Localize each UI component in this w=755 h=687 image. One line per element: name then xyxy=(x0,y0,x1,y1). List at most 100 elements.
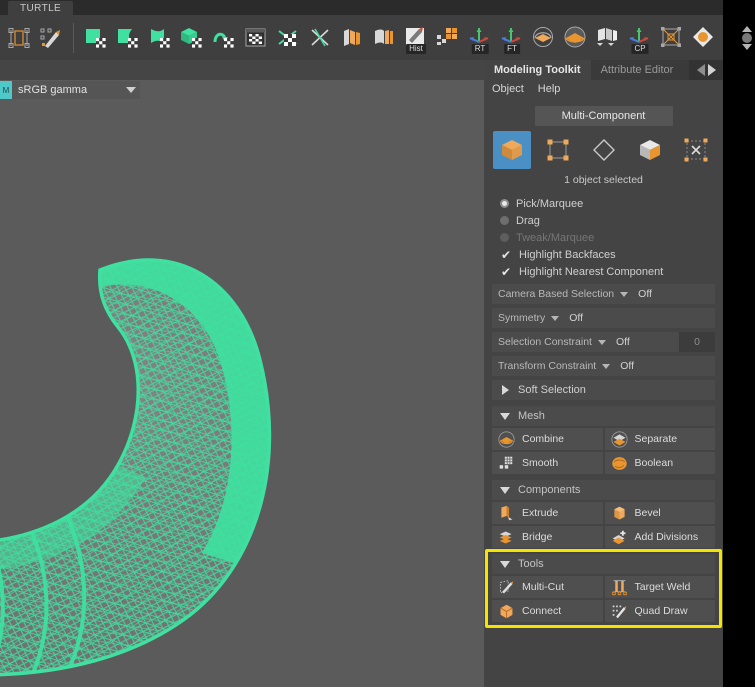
radio-icon[interactable] xyxy=(500,216,509,225)
tweak-tool-icon[interactable] xyxy=(36,23,66,53)
select-option-row[interactable]: Tweak/Marquee xyxy=(500,229,715,246)
uv-layout-icon[interactable] xyxy=(369,23,399,53)
color-management-badge: M xyxy=(0,81,12,99)
select-option-label: Pick/Marquee xyxy=(516,197,584,210)
radio-icon[interactable] xyxy=(500,199,509,208)
uv-editor-icon[interactable] xyxy=(241,23,271,53)
face-mode-icon[interactable] xyxy=(631,131,669,169)
select-option-row[interactable]: ✔ Highlight Nearest Component xyxy=(500,263,715,280)
target-weld-icon xyxy=(611,579,627,595)
scroll-down-icon[interactable] xyxy=(741,44,752,50)
tab-navigation[interactable] xyxy=(689,60,723,80)
chevron-down-icon[interactable] xyxy=(551,315,560,321)
viewport-3d[interactable]: M sRGB gamma xyxy=(0,60,484,687)
radio-icon[interactable] xyxy=(500,233,509,242)
cylindrical-uv-icon[interactable] xyxy=(113,23,143,53)
scroll-up-icon[interactable] xyxy=(741,26,752,32)
deformer-icon[interactable] xyxy=(689,23,719,53)
smooth-button[interactable]: Smooth xyxy=(492,452,603,474)
bake-geometry-icon[interactable] xyxy=(433,23,463,53)
separate-button[interactable]: Separate xyxy=(604,428,715,450)
freeze-transform-icon[interactable]: FT xyxy=(497,23,527,54)
constraint-value[interactable]: Off xyxy=(638,288,652,300)
add-divisions-button[interactable]: Add Divisions xyxy=(604,526,715,548)
boolean-button[interactable]: Boolean xyxy=(604,452,715,474)
vertex-mode-icon[interactable] xyxy=(539,131,577,169)
gamma-select-value: sRGB gamma xyxy=(18,84,88,96)
chevron-down-icon[interactable] xyxy=(602,363,611,369)
menu-help[interactable]: Help xyxy=(538,83,561,95)
uv-unfold-icon[interactable] xyxy=(337,23,367,53)
combine-mesh-icon[interactable] xyxy=(561,23,591,53)
select-option-row[interactable]: ✔ Highlight Backfaces xyxy=(500,246,715,263)
wireframe-horn-mesh[interactable] xyxy=(0,135,484,687)
uv-sew-icon[interactable] xyxy=(305,23,335,53)
chevron-down-icon[interactable] xyxy=(500,486,510,494)
chevron-left-icon[interactable] xyxy=(696,64,705,76)
constraint-row[interactable]: Camera Based Selection Off xyxy=(492,284,715,304)
scroll-handle-icon[interactable] xyxy=(741,33,752,43)
bridge-button[interactable]: Bridge xyxy=(492,526,603,548)
center-pivot-icon[interactable]: CP xyxy=(625,23,655,54)
uv-mode-icon[interactable] xyxy=(677,131,715,169)
constraint-row[interactable]: Transform Constraint Off xyxy=(492,356,715,376)
mirror-geometry-icon[interactable] xyxy=(529,23,559,53)
constraint-row[interactable]: Selection Constraint Off 0 xyxy=(492,332,715,352)
chevron-down-icon[interactable] xyxy=(500,560,510,568)
tab-modeling-toolkit[interactable]: Modeling Toolkit xyxy=(484,60,591,80)
edge-mode-icon[interactable] xyxy=(585,131,623,169)
selection-bounds-icon[interactable] xyxy=(4,23,34,53)
tools-button-grid: Multi-Cut Target Weld Connect Quad Draw xyxy=(492,576,715,622)
tab-attribute-editor[interactable]: Attribute Editor xyxy=(590,60,684,80)
section-header-components[interactable]: Components xyxy=(492,480,715,500)
bevel-button[interactable]: Bevel xyxy=(604,502,715,524)
spherical-uv-icon[interactable] xyxy=(145,23,175,53)
constraint-label: Camera Based Selection xyxy=(498,288,615,300)
chevron-down-icon[interactable] xyxy=(126,87,136,93)
rotate-tool-icon[interactable]: RT xyxy=(465,23,495,54)
menu-object[interactable]: Object xyxy=(492,83,524,95)
gamma-select[interactable]: sRGB gamma xyxy=(12,81,140,99)
extrude-icon xyxy=(501,505,513,520)
smooth-label: Smooth xyxy=(522,457,559,469)
constraint-value[interactable]: Off xyxy=(616,336,630,348)
automatic-uv-icon[interactable] xyxy=(177,23,207,53)
uv-cut-icon[interactable] xyxy=(273,23,303,53)
select-option-row[interactable]: Pick/Marquee xyxy=(500,195,715,212)
constraint-value[interactable]: Off xyxy=(569,312,583,324)
constraint-value[interactable]: Off xyxy=(620,360,634,372)
bounding-box-icon[interactable] xyxy=(657,23,687,53)
chevron-right-icon[interactable] xyxy=(707,64,716,76)
extrude-button[interactable]: Extrude xyxy=(492,502,603,524)
shelf-tab-turtle[interactable]: TURTLE xyxy=(8,1,74,15)
combine-button[interactable]: Combine xyxy=(492,428,603,450)
constraint-row[interactable]: Symmetry Off xyxy=(492,308,715,328)
connect-button[interactable]: Connect xyxy=(492,600,603,622)
mirror-cut-icon[interactable] xyxy=(593,23,623,53)
maya-window: TURTLE Hist RT FT CP M sRGB gamma Modeli… xyxy=(0,0,755,687)
mesh-body xyxy=(0,260,270,676)
checkmark-icon[interactable]: ✔ xyxy=(500,249,512,261)
object-mode-icon[interactable] xyxy=(492,131,531,169)
quad-draw-button[interactable]: Quad Draw xyxy=(604,600,715,622)
chevron-down-icon[interactable] xyxy=(620,291,629,297)
color-management-control[interactable]: M sRGB gamma xyxy=(0,81,140,99)
select-option-row[interactable]: Drag xyxy=(500,212,715,229)
edit-history-icon[interactable]: Hist xyxy=(401,23,431,54)
constraint-number-field[interactable]: 0 xyxy=(679,332,715,352)
multi-cut-button[interactable]: Multi-Cut xyxy=(492,576,603,598)
center-pivot-label: CP xyxy=(631,43,649,54)
checkmark-icon[interactable]: ✔ xyxy=(500,266,512,278)
shelf-scroll-control[interactable] xyxy=(740,19,753,57)
section-header-tools[interactable]: Tools xyxy=(492,554,715,574)
section-header-mesh[interactable]: Mesh xyxy=(492,406,715,426)
chevron-right-icon[interactable] xyxy=(502,385,509,395)
soft-selection-row[interactable]: Soft Selection xyxy=(492,380,715,400)
target-weld-button[interactable]: Target Weld xyxy=(604,576,715,598)
uv-transfer-icon[interactable] xyxy=(209,23,239,53)
section-title-components: Components xyxy=(518,484,581,496)
chevron-down-icon[interactable] xyxy=(500,412,510,420)
add-divisions-label: Add Divisions xyxy=(634,531,699,543)
plane-uv-icon[interactable] xyxy=(81,23,111,53)
chevron-down-icon[interactable] xyxy=(597,339,606,345)
